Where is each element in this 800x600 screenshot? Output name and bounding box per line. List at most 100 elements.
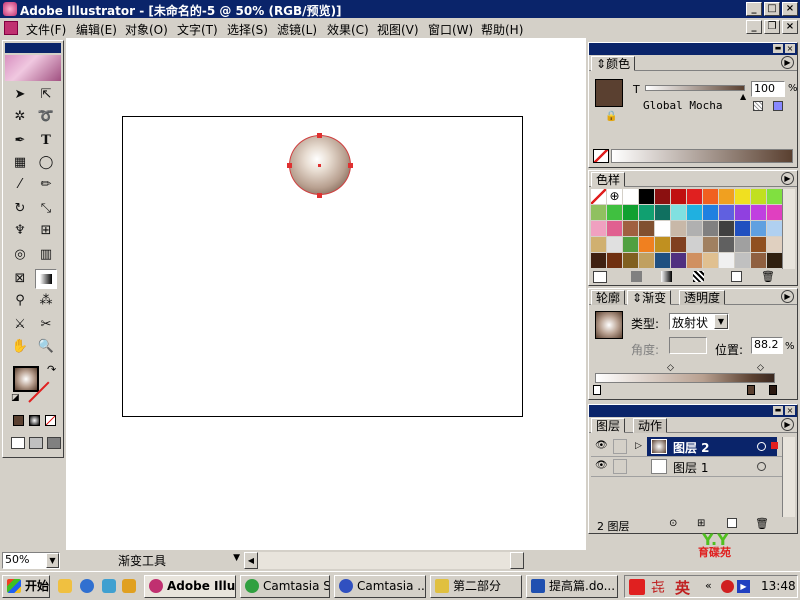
default-colors-icon[interactable]: ◪	[11, 393, 20, 403]
document-icon[interactable]	[4, 21, 18, 35]
tab-actions[interactable]: 动作	[633, 418, 668, 433]
color-swatch[interactable]	[703, 205, 718, 220]
color-swatch[interactable]	[623, 221, 638, 236]
type-dropdown[interactable]: 放射状 ▼	[669, 313, 729, 330]
color-swatch[interactable]	[703, 189, 718, 204]
color-swatch[interactable]	[687, 237, 702, 252]
chevron-down-icon[interactable]: ▼	[233, 553, 240, 563]
hand-tool-icon[interactable]: ✋	[9, 337, 31, 357]
horizontal-scrollbar-track[interactable]	[258, 552, 510, 569]
scale-tool-icon[interactable]: ⤡	[35, 199, 57, 219]
tray-record-icon[interactable]	[721, 580, 734, 593]
color-swatch[interactable]	[687, 205, 702, 220]
new-sublayer-icon[interactable]: ⊞	[697, 518, 705, 529]
color-swatch[interactable]	[735, 221, 750, 236]
tint-slider-thumb[interactable]: ▲	[740, 92, 746, 101]
tab-swatches[interactable]: 色样	[591, 172, 626, 187]
zoom-tool-icon[interactable]: 🔍	[35, 337, 57, 357]
location-field[interactable]: 88.2	[751, 337, 783, 354]
color-swatch[interactable]	[751, 237, 766, 252]
color-ramp[interactable]	[611, 149, 793, 163]
midpoint-diamond[interactable]: ◇	[757, 363, 764, 373]
layer-row[interactable]: 👁 图层 1	[591, 457, 795, 477]
symbol-sprayer-tool-icon[interactable]: ◎	[9, 245, 31, 265]
swatches-scrollbar[interactable]	[782, 189, 795, 269]
tab-transparency[interactable]: 透明度	[679, 290, 726, 305]
free-transform-tool-icon[interactable]: ⊞	[35, 221, 57, 241]
color-swatch[interactable]	[607, 237, 622, 252]
gradient-stop-mocha[interactable]	[747, 385, 755, 395]
show-pattern-swatches-icon[interactable]	[693, 271, 704, 282]
color-swatch[interactable]	[767, 253, 782, 268]
swap-colors-icon[interactable]: ↷	[47, 363, 56, 376]
panel-menu-icon[interactable]: ▶	[781, 290, 794, 303]
minimize-button[interactable]: _	[746, 2, 762, 16]
show-color-swatches-icon[interactable]	[631, 271, 642, 282]
color-swatch[interactable]	[687, 253, 702, 268]
doc-minimize-button[interactable]: _	[746, 20, 762, 34]
panel-close-button[interactable]: ×	[785, 406, 795, 415]
angle-field[interactable]	[669, 337, 707, 354]
maximize-button[interactable]: □	[764, 2, 780, 16]
chevron-down-icon[interactable]: ▼	[46, 553, 59, 568]
ellipse-tool-icon[interactable]: ◯	[35, 153, 57, 173]
pencil-tool-icon[interactable]: ✏	[35, 175, 57, 195]
make-clipping-mask-icon[interactable]: ⊙	[669, 518, 677, 529]
color-swatch[interactable]	[735, 253, 750, 268]
color-mode-icon[interactable]	[13, 415, 24, 426]
delete-swatch-icon[interactable]: 🗑	[761, 270, 775, 283]
color-swatch[interactable]	[671, 205, 686, 220]
color-swatch[interactable]	[719, 221, 734, 236]
show-gradient-swatches-icon[interactable]	[661, 271, 672, 282]
illustrator-app-icon[interactable]	[3, 2, 17, 16]
color-swatch[interactable]	[719, 253, 734, 268]
taskbar-item-illustrator[interactable]: Adobe Illus...	[144, 575, 236, 598]
graph-tool-icon[interactable]: ▥	[35, 245, 57, 265]
color-swatch[interactable]	[671, 237, 686, 252]
zoom-field[interactable]: 50% ▼	[2, 552, 60, 569]
tab-color[interactable]: ⇕颜色	[591, 56, 636, 71]
out-of-gamut-icon[interactable]	[753, 101, 763, 111]
color-swatch[interactable]	[639, 221, 654, 236]
panel-minimize-button[interactable]: ▬	[773, 406, 783, 415]
taskbar-item-camtasia-recorder[interactable]: Camtasia ...	[334, 575, 426, 598]
color-swatch[interactable]	[655, 205, 670, 220]
selection-indicator[interactable]	[771, 442, 778, 449]
tint-field[interactable]: 100	[751, 81, 785, 97]
magic-wand-tool-icon[interactable]: ✲	[9, 107, 31, 127]
panel-menu-icon[interactable]: ▶	[781, 172, 794, 185]
tint-slider[interactable]	[645, 85, 745, 91]
quicklaunch-icon[interactable]	[102, 579, 116, 593]
color-swatch[interactable]	[767, 189, 782, 204]
full-screen-mode-icon[interactable]	[47, 437, 61, 449]
color-swatch[interactable]	[591, 237, 606, 252]
midpoint-diamond[interactable]: ◇	[667, 363, 674, 373]
color-swatch[interactable]	[623, 205, 638, 220]
slice-tool-icon[interactable]: ⚔	[9, 315, 31, 335]
color-swatch[interactable]	[591, 205, 606, 220]
gradient-tool-icon[interactable]	[35, 269, 57, 289]
panel-menu-icon[interactable]: ▶	[781, 56, 794, 69]
color-swatch[interactable]	[607, 205, 622, 220]
color-swatch[interactable]	[623, 253, 638, 268]
color-swatch[interactable]	[655, 221, 670, 236]
direct-selection-tool-icon[interactable]: ⇱	[35, 85, 57, 105]
menu-effect[interactable]: 效果(C)	[327, 21, 369, 38]
taskbar-item-folder[interactable]: 第二部分	[430, 575, 522, 598]
color-swatch[interactable]	[591, 221, 606, 236]
color-swatch[interactable]	[687, 221, 702, 236]
color-swatch[interactable]	[751, 221, 766, 236]
layer-row[interactable]: 👁 ▷ 图层 2	[591, 437, 795, 457]
taskbar-item-camtasia-studio[interactable]: Camtasia S...	[240, 575, 330, 598]
color-swatch[interactable]	[607, 221, 622, 236]
paintbrush-tool-icon[interactable]: ⁄	[9, 175, 31, 195]
color-swatch[interactable]	[639, 253, 654, 268]
taskbar-item-word-doc[interactable]: 提高篇.do...	[526, 575, 618, 598]
registration-swatch[interactable]: ⊕	[607, 189, 622, 204]
lock-toggle[interactable]	[613, 459, 627, 474]
color-swatch[interactable]	[639, 205, 654, 220]
anchor-point[interactable]	[317, 193, 322, 198]
rotate-tool-icon[interactable]: ↻	[9, 199, 31, 219]
none-swatch[interactable]	[591, 189, 606, 204]
color-swatch[interactable]	[735, 189, 750, 204]
